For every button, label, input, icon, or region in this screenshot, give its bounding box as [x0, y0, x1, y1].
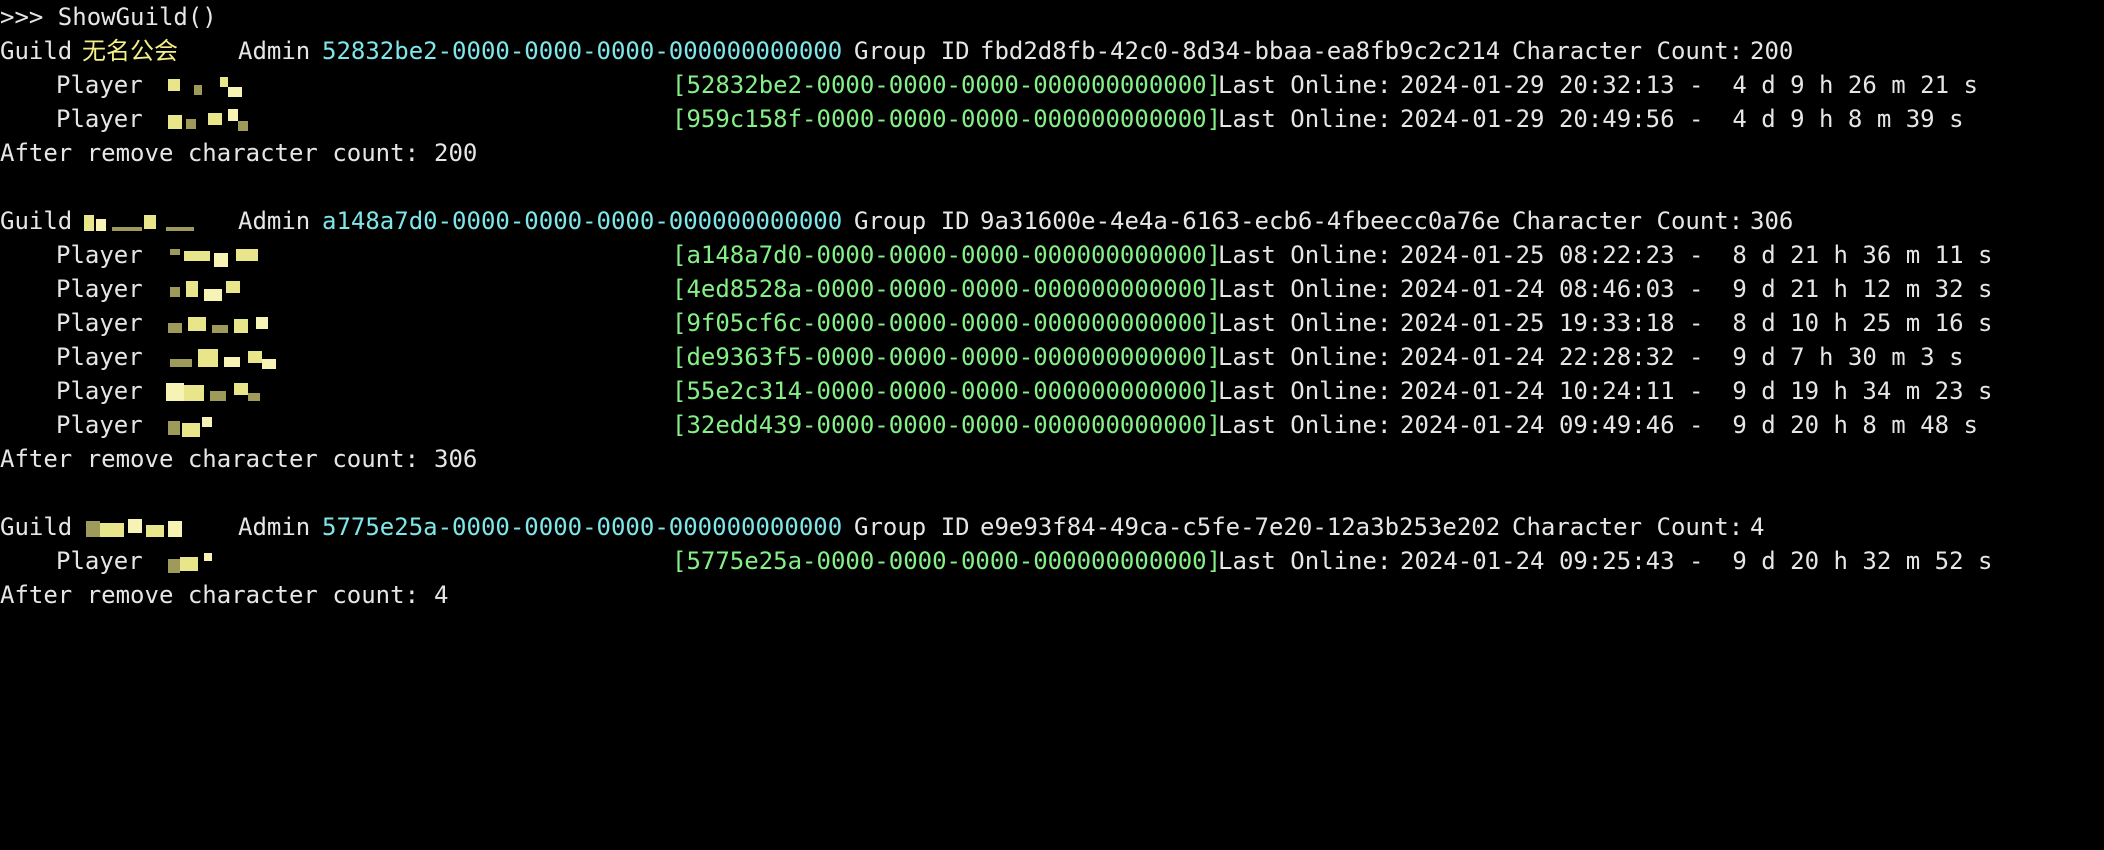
- masked-guild-name: [82, 211, 198, 233]
- last-online-label: Last Online:: [1218, 377, 1392, 405]
- player-line: Player [959c158f-0000-0000-0000-00000000…: [0, 102, 1964, 136]
- character-count-value: 200: [1750, 37, 1794, 65]
- player-label: Player: [56, 241, 143, 269]
- player-line: Player [de9363f5-0000-0000-0000-00000000…: [0, 340, 1964, 374]
- player-label: Player: [56, 377, 143, 405]
- admin-label: Admin: [238, 207, 311, 235]
- masked-player-name: [164, 347, 280, 369]
- masked-player-name: [164, 75, 254, 97]
- player-uid: [55e2c314-0000-0000-0000-000000000000]: [672, 377, 1222, 405]
- last-online-label: Last Online:: [1218, 105, 1392, 133]
- masked-guild-name: [82, 517, 198, 539]
- after-remove-count: 200: [434, 139, 478, 167]
- player-line: Player [4ed8528a-0000-0000-0000-00000000…: [0, 272, 1992, 306]
- last-online-value: 2024-01-25 08:22:23 - 8 d 21 h 36 m 11 s: [1400, 241, 1993, 269]
- player-uid: [de9363f5-0000-0000-0000-000000000000]: [672, 343, 1222, 371]
- prompt-command: >>> ShowGuild(): [0, 3, 217, 31]
- player-uid: [5775e25a-0000-0000-0000-000000000000]: [672, 547, 1222, 575]
- character-count-label: Character Count:: [1512, 37, 1744, 65]
- player-line: Player [55e2c314-0000-0000-0000-00000000…: [0, 374, 1992, 408]
- player-line: Player [5775e25a-0000-0000-0000-00000000…: [0, 544, 1992, 578]
- group-id-value: 9a31600e-4e4a-6163-ecb6-4fbeecc0a76e: [980, 207, 1501, 235]
- player-label: Player: [56, 309, 143, 337]
- player-label: Player: [56, 343, 143, 371]
- last-online-value: 2024-01-24 10:24:11 - 9 d 19 h 34 m 23 s: [1400, 377, 1993, 405]
- player-uid: [9f05cf6c-0000-0000-0000-000000000000]: [672, 309, 1222, 337]
- guild-label: Guild: [0, 37, 73, 65]
- masked-player-name: [164, 279, 254, 301]
- after-remove-line: After remove character count: 4: [0, 578, 448, 612]
- last-online-label: Last Online:: [1218, 309, 1392, 337]
- admin-uid: a148a7d0-0000-0000-0000-000000000000: [322, 207, 843, 235]
- character-count-value: 4: [1750, 513, 1765, 541]
- last-online-value: 2024-01-24 08:46:03 - 9 d 21 h 12 m 32 s: [1400, 275, 1993, 303]
- player-label: Player: [56, 105, 143, 133]
- player-label: Player: [56, 411, 143, 439]
- guild-label: Guild: [0, 207, 73, 235]
- after-remove-count: 306: [434, 445, 478, 473]
- last-online-label: Last Online:: [1218, 343, 1392, 371]
- guild-header-line: Guild 无名公会 Admin 52832be2-0000-0000-0000…: [0, 34, 1793, 68]
- last-online-label: Last Online:: [1218, 547, 1392, 575]
- guild-name: 无名公会: [82, 37, 178, 65]
- player-line: Player [9f05cf6c-0000-0000-0000-00000000…: [0, 306, 1992, 340]
- admin-uid: 52832be2-0000-0000-0000-000000000000: [322, 37, 843, 65]
- last-online-value: 2024-01-25 19:33:18 - 8 d 10 h 25 m 16 s: [1400, 309, 1993, 337]
- admin-label: Admin: [238, 37, 311, 65]
- admin-uid: 5775e25a-0000-0000-0000-000000000000: [322, 513, 843, 541]
- group-id-label: Group ID: [854, 37, 970, 65]
- last-online-value: 2024-01-29 20:32:13 - 4 d 9 h 26 m 21 s: [1400, 71, 1978, 99]
- player-line: Player [32edd439-0000-0000-0000-00000000…: [0, 408, 1978, 442]
- group-id-value: e9e93f84-49ca-c5fe-7e20-12a3b253e202: [980, 513, 1501, 541]
- player-label: Player: [56, 275, 143, 303]
- player-uid: [52832be2-0000-0000-0000-000000000000]: [672, 71, 1222, 99]
- group-id-value: fbd2d8fb-42c0-8d34-bbaa-ea8fb9c2c214: [980, 37, 1501, 65]
- character-count-label: Character Count:: [1512, 513, 1744, 541]
- player-uid: [32edd439-0000-0000-0000-000000000000]: [672, 411, 1222, 439]
- player-line: Player [a148a7d0-0000-0000-0000-00000000…: [0, 238, 1992, 272]
- prompt-line: >>> ShowGuild(): [0, 0, 217, 34]
- masked-player-name: [164, 313, 274, 335]
- last-online-value: 2024-01-24 09:49:46 - 9 d 20 h 8 m 48 s: [1400, 411, 1978, 439]
- last-online-label: Last Online:: [1218, 275, 1392, 303]
- last-online-value: 2024-01-29 20:49:56 - 4 d 9 h 8 m 39 s: [1400, 105, 1964, 133]
- last-online-label: Last Online:: [1218, 71, 1392, 99]
- last-online-value: 2024-01-24 09:25:43 - 9 d 20 h 32 m 52 s: [1400, 547, 1993, 575]
- last-online-label: Last Online:: [1218, 241, 1392, 269]
- player-uid: [4ed8528a-0000-0000-0000-000000000000]: [672, 275, 1222, 303]
- group-id-label: Group ID: [854, 513, 970, 541]
- player-label: Player: [56, 71, 143, 99]
- guild-header-line: Guild Admin a148a7d0-0000-0000-0000-0000…: [0, 204, 1793, 238]
- guild-label: Guild: [0, 513, 73, 541]
- player-line: Player [52832be2-0000-0000-0000-00000000…: [0, 68, 1978, 102]
- after-remove-line: After remove character count: 306: [0, 442, 477, 476]
- terminal-window: >>> ShowGuild() Guild 无名公会 Admin 52832be…: [0, 0, 2104, 634]
- after-remove-line: After remove character count: 200: [0, 136, 477, 170]
- after-remove-label: After remove character count:: [0, 445, 420, 473]
- player-uid: [a148a7d0-0000-0000-0000-000000000000]: [672, 241, 1222, 269]
- character-count-value: 306: [1750, 207, 1794, 235]
- after-remove-count: 4: [434, 581, 449, 609]
- masked-player-name: [164, 381, 274, 403]
- player-uid: [959c158f-0000-0000-0000-000000000000]: [672, 105, 1222, 133]
- last-online-label: Last Online:: [1218, 411, 1392, 439]
- after-remove-label: After remove character count:: [0, 139, 420, 167]
- after-remove-label: After remove character count:: [0, 581, 420, 609]
- admin-label: Admin: [238, 513, 311, 541]
- last-online-value: 2024-01-24 22:28:32 - 9 d 7 h 30 m 3 s: [1400, 343, 1964, 371]
- player-label: Player: [56, 547, 143, 575]
- character-count-label: Character Count:: [1512, 207, 1744, 235]
- guild-header-line: Guild Admin 5775e25a-0000-0000-0000-0000…: [0, 510, 1764, 544]
- masked-player-name: [164, 245, 264, 267]
- group-id-label: Group ID: [854, 207, 970, 235]
- masked-player-name: [164, 109, 264, 131]
- masked-player-name: [164, 415, 224, 437]
- masked-player-name: [164, 551, 224, 573]
